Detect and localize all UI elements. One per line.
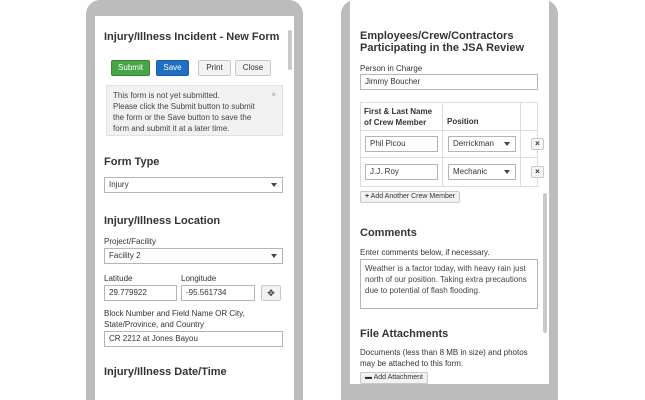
close-button[interactable]: Close — [235, 60, 271, 76]
phone-left: Injury/Illness Incident - New Form Submi… — [86, 0, 303, 400]
crew-heading-line-1: Employees/Crew/Contractors — [360, 30, 514, 42]
table-header-divider — [360, 130, 538, 131]
left-scrollbar[interactable] — [288, 30, 292, 70]
remove-row-icon[interactable]: × — [531, 166, 544, 178]
form-type-select[interactable]: Injury — [104, 177, 283, 193]
project-select[interactable]: Facility 2 — [104, 248, 283, 264]
form-type-value: Injury — [109, 180, 129, 189]
address-label-line-1: Block Number and Field Name OR City, — [104, 309, 245, 318]
add-attachment-button[interactable]: ▬ Add Attachment — [360, 372, 428, 384]
table-row-divider — [360, 157, 538, 158]
attachments-label: Documents (less than 8 MB in size) and p… — [360, 347, 528, 369]
folder-icon: ▬ — [365, 374, 372, 381]
print-button[interactable]: Print — [198, 60, 231, 76]
col-header-name-line-2: of Crew Member — [364, 118, 427, 127]
remove-row-icon[interactable]: × — [531, 138, 544, 150]
attachments-label-line-1: Documents (less than 8 MB in size) and p… — [360, 348, 528, 357]
col-header-position: Position — [447, 117, 479, 126]
address-label-line-2: State/Province, and Country — [104, 320, 205, 329]
submit-button[interactable]: Submit — [111, 60, 150, 76]
crew-heading: Employees/Crew/Contractors Participating… — [360, 30, 524, 54]
chevron-down-icon — [504, 142, 510, 146]
add-crew-member-label: Add Another Crew Member — [370, 193, 456, 200]
table-border-left — [360, 102, 361, 186]
not-submitted-alert: This form is not yet submitted. Please c… — [106, 85, 283, 136]
alert-line-1: This form is not yet submitted. — [113, 91, 220, 100]
crew-position-select[interactable]: Mechanic — [448, 164, 516, 180]
form-type-heading: Form Type — [104, 156, 160, 168]
attachments-label-line-2: may be attached to this form. — [360, 359, 464, 368]
comments-line-3: due to potential of flash flooding. — [365, 286, 481, 295]
person-in-charge-label: Person in Charge — [360, 64, 423, 73]
crew-name-input[interactable]: Phil Picou — [365, 136, 438, 152]
save-button[interactable]: Save — [156, 60, 189, 76]
longitude-label: Longitude — [181, 274, 217, 283]
attachments-heading: File Attachments — [360, 328, 449, 340]
crew-name-input[interactable]: J.J. Roy — [365, 164, 438, 180]
col-header-name: First & Last Name of Crew Member — [364, 106, 432, 128]
alert-close-icon[interactable]: × — [271, 89, 276, 100]
add-crew-member-button[interactable]: + Add Another Crew Member — [360, 191, 461, 203]
alert-line-4: form and submit it at a later time. — [113, 124, 230, 133]
crew-position-select[interactable]: Derrickman — [448, 136, 516, 152]
alert-line-3: the form or the Save button to save the — [113, 113, 252, 122]
project-label: Project/Facility — [104, 237, 157, 246]
table-col-divider-2 — [520, 102, 521, 186]
table-border-bottom — [360, 186, 538, 187]
table-col-divider-1 — [442, 102, 443, 186]
comments-line-1: Weather is a factor today, with heavy ra… — [365, 264, 526, 273]
address-label: Block Number and Field Name OR City, Sta… — [104, 308, 245, 330]
crew-position-value: Mechanic — [453, 167, 488, 176]
plus-icon: + — [365, 193, 370, 200]
alert-line-2: Please click the Submit button to submit — [113, 102, 255, 111]
date-heading: Injury/Illness Date/Time — [104, 366, 227, 378]
table-border-top — [360, 102, 538, 103]
crew-heading-line-2: Participating in the JSA Review — [360, 42, 525, 54]
comments-line-2: north of our position. Taking extra prec… — [365, 275, 527, 284]
right-screen: Employees/Crew/Contractors Participating… — [350, 0, 549, 384]
left-screen: Injury/Illness Incident - New Form Submi… — [95, 16, 294, 400]
col-header-name-line-1: First & Last Name — [364, 107, 433, 116]
address-input[interactable]: CR 2212 at Jones Bayou — [104, 331, 283, 347]
project-value: Facility 2 — [109, 251, 141, 260]
location-heading: Injury/Illness Location — [104, 215, 221, 227]
form-title: Injury/Illness Incident - New Form — [104, 31, 280, 43]
chevron-down-icon — [271, 183, 277, 187]
person-in-charge-input[interactable]: Jimmy Boucher — [360, 74, 538, 90]
latitude-label: Latitude — [104, 274, 133, 283]
comments-label: Enter comments below, if necessary. — [360, 248, 490, 257]
longitude-input[interactable]: -95.561734 — [181, 285, 255, 301]
chevron-down-icon — [504, 170, 510, 174]
chevron-down-icon — [271, 254, 277, 258]
right-scrollbar[interactable] — [543, 193, 547, 333]
add-attachment-label: Add Attachment — [373, 374, 423, 381]
comments-textarea[interactable]: Weather is a factor today, with heavy ra… — [360, 259, 538, 309]
phone-right: Employees/Crew/Contractors Participating… — [341, 0, 558, 400]
comments-heading: Comments — [360, 227, 417, 239]
crew-position-value: Derrickman — [453, 139, 494, 148]
locate-icon[interactable]: ✥ — [261, 285, 281, 301]
latitude-input[interactable]: 29.779922 — [104, 285, 177, 301]
